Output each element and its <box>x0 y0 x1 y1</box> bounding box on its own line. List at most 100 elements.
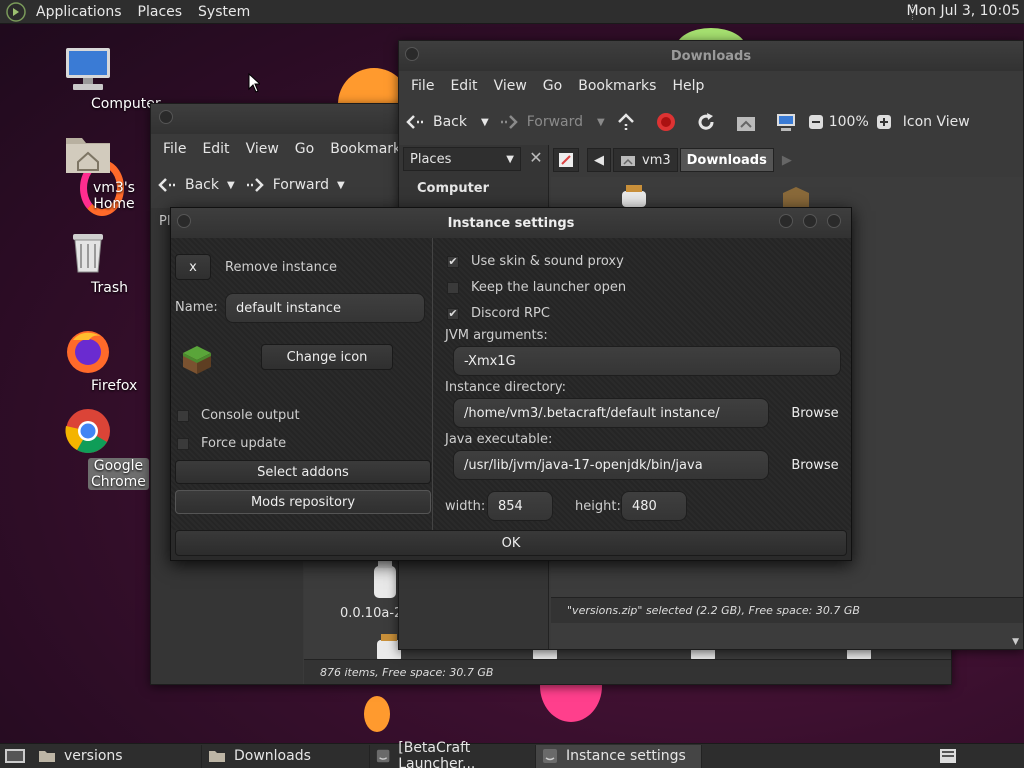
computer-small-icon[interactable] <box>775 111 797 133</box>
back-button[interactable]: Back ▼ <box>157 177 235 193</box>
skin-proxy-checkbox[interactable]: ✔ Use skin & sound proxy <box>447 254 624 269</box>
menu-help[interactable]: Help <box>664 78 712 94</box>
remove-button-label: x <box>189 259 197 275</box>
show-desktop-icon[interactable] <box>4 747 26 765</box>
chevron-down-icon: ▼ <box>506 153 514 165</box>
ok-button[interactable]: OK <box>175 530 847 556</box>
clock[interactable]: Mon Jul 3, 10:05 <box>907 3 1020 19</box>
window-menu-button[interactable] <box>159 110 173 124</box>
mods-repository-label: Mods repository <box>250 494 356 510</box>
breadcrumb-label: vm3 <box>642 152 671 168</box>
jar-file-icon[interactable] <box>372 560 398 600</box>
mods-repository-button[interactable]: Mods repository <box>175 490 431 514</box>
menu-places[interactable]: Places <box>130 4 191 20</box>
force-update-checkbox[interactable]: Force update <box>177 436 286 451</box>
places-combo[interactable]: Places ▼ <box>403 147 521 171</box>
chevron-down-icon[interactable]: ▼ <box>481 117 489 128</box>
jvm-arguments-input[interactable]: -Xmx1G <box>453 346 841 376</box>
breadcrumb-vm3[interactable]: vm3 <box>613 148 678 172</box>
up-arrow-icon[interactable] <box>615 111 637 133</box>
change-icon-button[interactable]: Change icon <box>261 344 393 370</box>
jar-file-icon[interactable] <box>619 185 649 207</box>
checkbox-box[interactable] <box>447 281 459 294</box>
menu-edit[interactable]: Edit <box>194 141 237 157</box>
task-instance-settings[interactable]: Instance settings <box>536 744 702 768</box>
remove-instance-button[interactable]: x <box>175 254 211 280</box>
checkbox-box[interactable]: ✔ <box>447 255 459 268</box>
desktop-icon-firefox[interactable]: Firefox <box>36 326 140 394</box>
window-titlebar[interactable]: Downloads <box>399 41 1023 71</box>
browse-java-button[interactable]: Browse <box>785 450 845 480</box>
java-executable-input[interactable]: /usr/lib/jvm/java-17-openjdk/bin/java <box>453 450 769 480</box>
menu-file[interactable]: File <box>155 141 194 157</box>
close-button[interactable] <box>827 214 841 228</box>
checkbox-box[interactable] <box>177 437 189 450</box>
breadcrumb-next-icon[interactable]: ▶ <box>782 153 792 168</box>
discord-rpc-checkbox[interactable]: ✔ Discord RPC <box>447 306 550 321</box>
task-label: Instance settings <box>566 748 686 764</box>
close-sidebar-button[interactable]: ✕ <box>525 148 547 170</box>
reload-icon[interactable] <box>695 111 717 133</box>
menu-bookmarks[interactable]: Bookmarks <box>570 78 664 94</box>
folder-icon <box>209 751 225 762</box>
status-text: "versions.zip" selected (2.2 GB), Free s… <box>567 604 860 617</box>
distro-logo-icon[interactable] <box>6 1 26 22</box>
stop-icon[interactable] <box>655 111 677 133</box>
width-value: 854 <box>498 498 523 514</box>
back-button[interactable]: Back ▼ <box>405 114 489 130</box>
dialog-titlebar[interactable]: Instance settings <box>171 208 851 238</box>
console-output-checkbox[interactable]: Console output <box>177 408 300 423</box>
view-mode-select[interactable]: Icon View <box>903 114 970 130</box>
breadcrumb-prev-button[interactable]: ◀ <box>587 148 611 172</box>
desktop-icon-computer[interactable]: Computer <box>36 44 161 112</box>
forward-button[interactable]: Forward ▼ <box>245 177 345 193</box>
chevron-down-icon[interactable]: ▼ <box>337 180 345 191</box>
chevron-down-icon[interactable]: ▼ <box>227 180 235 191</box>
java-icon <box>376 749 390 763</box>
breadcrumb-downloads[interactable]: Downloads <box>679 148 774 172</box>
chevron-down-icon[interactable]: ▼ <box>597 117 605 128</box>
select-addons-button[interactable]: Select addons <box>175 460 431 484</box>
menu-edit[interactable]: Edit <box>442 78 485 94</box>
forward-button[interactable]: Forward ▼ <box>499 114 605 130</box>
task-downloads[interactable]: Downloads <box>202 744 370 768</box>
edit-location-button[interactable] <box>553 148 579 172</box>
browse-directory-button[interactable]: Browse <box>785 398 845 428</box>
scroll-down-arrow-icon[interactable]: ▼ <box>1012 637 1019 647</box>
minimize-button[interactable] <box>779 214 793 228</box>
width-input[interactable]: 854 <box>487 491 553 521</box>
checkbox-box[interactable] <box>177 409 189 422</box>
instance-settings-dialog[interactable]: Instance settings x Remove instance Name… <box>170 207 852 561</box>
workspace-switcher-icon[interactable] <box>938 747 958 765</box>
menu-go[interactable]: Go <box>287 141 322 157</box>
file-label[interactable]: 0.0.10a-2 <box>340 606 402 621</box>
menu-applications[interactable]: Applications <box>28 4 130 20</box>
package-icon[interactable] <box>779 187 813 207</box>
menu-system[interactable]: System <box>190 4 258 20</box>
menu-view[interactable]: View <box>486 78 535 94</box>
task-betacraft-launcher[interactable]: [BetaCraft Launcher... <box>370 740 536 768</box>
window-menu-button[interactable] <box>177 214 191 228</box>
task-versions[interactable]: versions <box>32 744 202 768</box>
menu-view[interactable]: View <box>238 141 287 157</box>
zoom-out-icon[interactable] <box>808 115 823 129</box>
menu-file[interactable]: File <box>403 78 442 94</box>
task-label: [BetaCraft Launcher... <box>398 740 476 768</box>
menu-go[interactable]: Go <box>535 78 570 94</box>
desktop-icon-trash[interactable]: Trash <box>36 228 140 296</box>
grass-block-icon <box>183 346 211 374</box>
places-label: Places <box>410 151 452 167</box>
desktop-icon-chrome[interactable]: Google Chrome <box>36 406 149 490</box>
instance-directory-input[interactable]: /home/vm3/.betacraft/default instance/ <box>453 398 769 428</box>
instance-name-input[interactable]: default instance <box>225 293 425 323</box>
height-input[interactable]: 480 <box>621 491 687 521</box>
checkbox-box[interactable]: ✔ <box>447 307 459 320</box>
height-value: 480 <box>632 498 657 514</box>
desktop-icon-home[interactable]: vm3's Home <box>36 128 140 212</box>
keep-launcher-open-checkbox[interactable]: Keep the launcher open <box>447 280 626 295</box>
window-menu-button[interactable] <box>405 47 419 61</box>
left-panel: x Remove instance Name: default instance… <box>171 238 433 530</box>
maximize-button[interactable] <box>803 214 817 228</box>
home-icon[interactable] <box>735 111 757 133</box>
zoom-in-icon[interactable] <box>876 115 891 129</box>
